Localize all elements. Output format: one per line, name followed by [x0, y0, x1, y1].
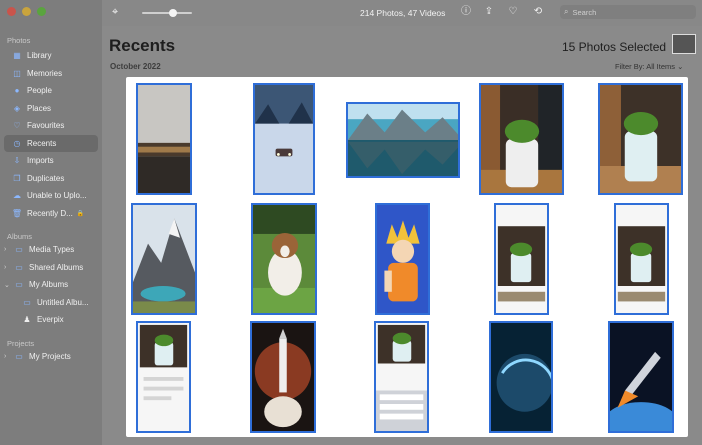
folder-icon: ▭ [15, 352, 23, 362]
folder-icon: ▭ [15, 245, 23, 255]
sidebar-item-people[interactable]: ● People [0, 82, 102, 100]
sidebar-projects-list: › ▭ My Projects [0, 348, 102, 366]
sidebar-item-my-projects[interactable]: › ▭ My Projects [0, 348, 102, 366]
sidebar-item-favourites[interactable]: ♡ Favourites [0, 117, 102, 135]
photo-snowy-road[interactable] [253, 83, 315, 195]
sidebar: Photos ▦ Library ◫ Memories ● People ◈ Place… [0, 0, 102, 445]
photos-app-window: Photos ▦ Library ◫ Memories ● People ◈ Place… [0, 0, 702, 445]
photo-mountain-lake[interactable] [346, 102, 460, 178]
sidebar-section-photos: Photos [7, 36, 31, 45]
heart-icon: ♡ [13, 121, 21, 131]
filter-menu[interactable]: Filter By: All Items ⌄ [615, 62, 683, 71]
photo-rocket-space[interactable] [608, 321, 674, 433]
info-icon[interactable]: ⓘ [460, 6, 472, 18]
chevron-down-icon[interactable]: ⌄ [4, 281, 12, 289]
photo-desert-lake[interactable] [136, 83, 192, 195]
cloud-icon: ☁ [13, 191, 21, 201]
chevron-down-icon: ⌄ [677, 62, 684, 71]
selection-thumbnail [672, 34, 696, 54]
sidebar-photos-list: ▦ Library ◫ Memories ● People ◈ Places ♡ Favo… [0, 47, 102, 222]
sidebar-item-imports[interactable]: ⇩ Imports [0, 152, 102, 170]
chevron-right-icon[interactable]: › [4, 246, 12, 253]
photo-anime-character[interactable] [375, 203, 430, 315]
recents-icon: ◷ [13, 138, 21, 148]
chevron-right-icon[interactable]: › [4, 264, 12, 271]
places-icon: ◈ [13, 103, 21, 113]
sidebar-item-memories[interactable]: ◫ Memories [0, 65, 102, 83]
sidebar-item-recents[interactable]: ◷ Recents [4, 134, 98, 152]
minimize-window-button[interactable] [22, 7, 31, 16]
fit-view-icon[interactable]: ⌖ [112, 6, 124, 18]
sidebar-item-duplicates[interactable]: ❐ Duplicates [0, 170, 102, 188]
window-controls [7, 7, 46, 16]
sidebar-albums-list: › ▭ Media Types › ▭ Shared Albums ⌄ ▭ My Album… [0, 241, 102, 329]
lock-icon: 🔒 [76, 210, 85, 217]
sidebar-item-places[interactable]: ◈ Places [0, 100, 102, 118]
zoom-window-button[interactable] [37, 7, 46, 16]
close-window-button[interactable] [7, 7, 16, 16]
page-title: Recents [109, 36, 176, 55]
sidebar-item-unable-to-upload[interactable]: ☁ Unable to Uplo... [0, 187, 102, 205]
photo-plant-pot-1[interactable] [479, 83, 564, 195]
shared-folder-icon: ▭ [15, 262, 23, 272]
photo-earth-space[interactable] [489, 321, 553, 433]
sidebar-item-library[interactable]: ▦ Library [0, 47, 102, 65]
share-icon[interactable]: ⇪ [483, 6, 495, 18]
photo-count: 214 Photos, 47 Videos [360, 8, 446, 18]
photo-phone-screenshot-2[interactable] [614, 203, 669, 315]
photo-mountain-peak[interactable] [131, 203, 197, 315]
sidebar-item-recently-deleted[interactable]: 🗑 Recently D... 🔒 [0, 205, 102, 223]
sidebar-section-albums: Albums [7, 232, 33, 241]
chevron-right-icon[interactable]: › [4, 353, 12, 360]
photo-phone-screenshot-3[interactable] [136, 321, 191, 433]
photo-phone-screenshot-1[interactable] [494, 203, 549, 315]
search-field[interactable]: ⌕ Search [560, 5, 696, 19]
sidebar-section-projects: Projects [7, 339, 35, 348]
sidebar-item-shared-albums[interactable]: › ▭ Shared Albums [0, 259, 102, 277]
photo-plant-pot-2[interactable] [598, 83, 683, 195]
library-icon: ▦ [13, 51, 21, 61]
date-heading: October 2022 [110, 62, 161, 71]
toolbar: ⌖ 214 Photos, 47 Videos ⓘ ⇪ ♡ ⟲ ⌕ Search [102, 0, 702, 26]
people-icon: ● [14, 86, 20, 96]
zoom-slider-knob[interactable] [169, 9, 177, 17]
selection-status: 15 Photos Selected [562, 40, 667, 54]
sidebar-item-my-albums[interactable]: ⌄ ▭ My Albums [0, 276, 102, 294]
search-icon: ⌕ [564, 7, 569, 16]
photo-phone-keyboard[interactable] [374, 321, 429, 433]
sidebar-item-everpix[interactable]: ♟ Everpix [0, 311, 102, 329]
trash-icon: 🗑 [11, 208, 23, 218]
memories-icon: ◫ [13, 68, 21, 78]
album-cover-icon: ♟ [23, 315, 31, 325]
sidebar-item-media-types[interactable]: › ▭ Media Types [0, 241, 102, 259]
sidebar-item-untitled-album[interactable]: ▭ Untitled Albu... [0, 294, 102, 312]
favourite-icon[interactable]: ♡ [507, 6, 519, 18]
imports-icon: ⇩ [13, 156, 21, 166]
rotate-icon[interactable]: ⟲ [532, 6, 544, 18]
duplicates-icon: ❐ [13, 173, 21, 183]
folder-icon: ▭ [15, 280, 23, 290]
photo-rocket-launch[interactable] [250, 321, 316, 433]
photo-dog[interactable] [251, 203, 317, 315]
zoom-slider[interactable] [142, 9, 192, 17]
selected-photos-panel [126, 77, 688, 437]
album-icon: ▭ [23, 297, 31, 307]
